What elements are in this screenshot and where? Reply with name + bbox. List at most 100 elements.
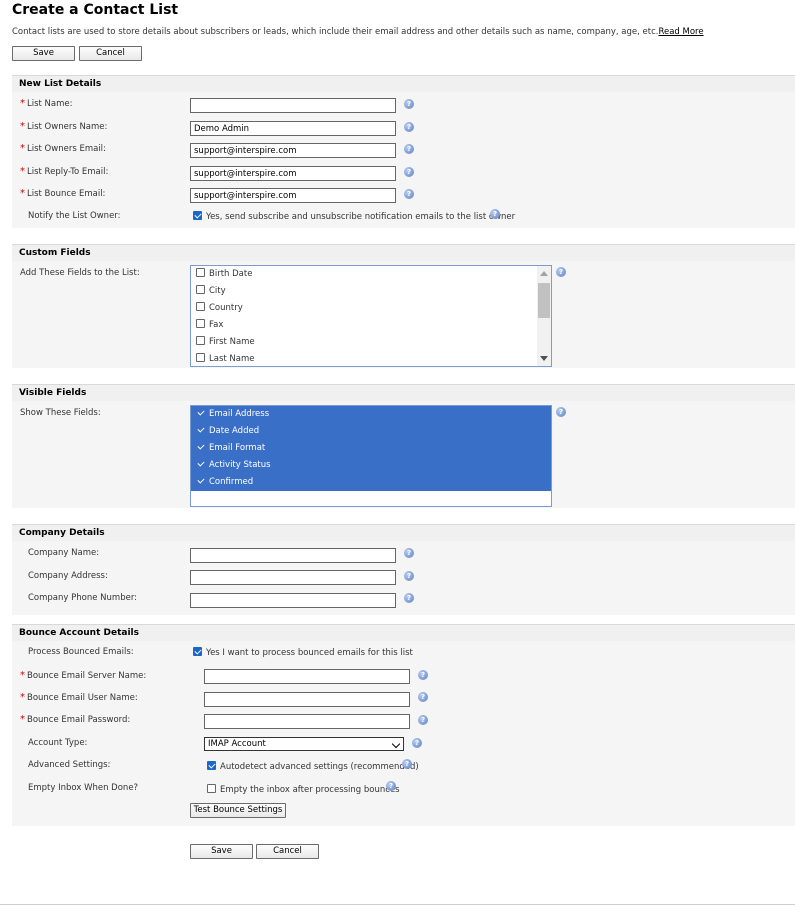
help-icon[interactable]: ? [404,167,414,177]
bounce-email-input[interactable] [190,188,396,203]
owner-email-label: * List Owners Email: [20,143,106,154]
help-icon[interactable]: ? [490,209,500,219]
scroll-thumb[interactable] [538,283,550,318]
notify-owner-checkbox[interactable] [193,211,202,220]
help-icon[interactable]: ? [418,692,428,702]
help-icon[interactable]: ? [404,548,414,558]
list-item[interactable]: Email Format [191,440,551,457]
page-intro: Contact lists are used to store details … [12,27,704,37]
advanced-settings-checkbox[interactable] [207,761,216,770]
section-heading-company: Company Details [12,524,795,541]
bounce-email-label: * List Bounce Email: [20,188,106,199]
cancel-button-top[interactable]: Cancel [79,46,142,61]
help-icon[interactable]: ? [404,593,414,603]
section-heading-visible-fields: Visible Fields [12,384,795,401]
help-icon[interactable]: ? [418,670,428,680]
checkbox[interactable] [196,353,205,362]
company-name-input[interactable] [190,548,396,563]
owner-name-label: * List Owners Name: [20,121,108,132]
notify-owner-option[interactable]: Yes, send subscribe and unsubscribe noti… [193,211,515,222]
visible-fields-label: Show These Fields: [20,408,101,418]
help-icon[interactable]: ? [418,715,428,725]
scrollbar[interactable] [537,266,551,366]
process-bounced-option[interactable]: Yes I want to process bounced emails for… [193,647,413,658]
password-input[interactable] [204,714,410,729]
checkbox[interactable] [196,285,205,294]
help-icon[interactable]: ? [402,759,412,769]
required-asterisk: * [20,98,25,109]
help-icon[interactable]: ? [386,781,396,791]
checkbox[interactable] [196,442,205,451]
owner-name-input[interactable] [190,121,396,136]
password-label: * Bounce Email Password: [20,714,131,725]
read-more-link[interactable]: Read More [658,27,703,37]
checkbox[interactable] [196,302,205,311]
list-item[interactable]: First Name [191,334,551,351]
intro-text: Contact lists are used to store details … [12,27,659,37]
save-button-top[interactable]: Save [12,46,75,61]
required-asterisk: * [20,143,25,154]
list-item[interactable]: Activity Status [191,457,551,474]
help-icon[interactable]: ? [556,407,566,417]
list-item[interactable]: Birth Date [191,266,551,283]
checkbox[interactable] [196,459,205,468]
required-asterisk: * [20,166,25,177]
custom-fields-listbox[interactable]: Birth Date City Country Fax First Name L… [190,265,552,367]
scroll-up-icon[interactable] [540,271,548,276]
user-name-label: * Bounce Email User Name: [20,692,138,703]
list-item[interactable]: Email Address [191,406,551,423]
custom-fields-label: Add These Fields to the List: [20,268,140,278]
new-list-section [12,92,795,228]
test-bounce-settings-button[interactable]: Test Bounce Settings [190,803,286,818]
company-address-input[interactable] [190,570,396,585]
process-bounced-label: Process Bounced Emails: [28,647,134,657]
list-item[interactable]: Date Added [191,423,551,440]
page-title: Create a Contact List [12,2,179,18]
checkbox[interactable] [196,425,205,434]
section-heading-new-list: New List Details [12,75,795,92]
checkbox[interactable] [196,476,205,485]
company-phone-label: Company Phone Number: [28,593,138,603]
advanced-settings-label: Advanced Settings: [28,760,111,770]
help-icon[interactable]: ? [404,189,414,199]
reply-to-label: * List Reply-To Email: [20,166,109,177]
list-item[interactable]: Confirmed [191,474,551,491]
visible-fields-listbox[interactable]: Email Address Date Added Email Format Ac… [190,405,552,507]
reply-to-input[interactable] [190,166,396,181]
list-item[interactable]: Country [191,300,551,317]
company-address-label: Company Address: [28,571,108,581]
checkbox[interactable] [196,319,205,328]
server-name-input[interactable] [204,669,410,684]
help-icon[interactable]: ? [412,738,422,748]
empty-inbox-checkbox[interactable] [207,784,216,793]
advanced-settings-option[interactable]: Autodetect advanced settings (recommende… [207,761,419,772]
section-heading-bounce: Bounce Account Details [12,624,795,641]
list-item[interactable]: Fax [191,317,551,334]
checkbox[interactable] [196,336,205,345]
footer-divider [0,904,795,905]
help-icon[interactable]: ? [404,144,414,154]
list-name-input[interactable] [190,98,396,113]
scroll-down-icon[interactable] [540,356,548,361]
list-item[interactable]: Last Name [191,351,551,366]
checkbox[interactable] [196,408,205,417]
help-icon[interactable]: ? [404,122,414,132]
help-icon[interactable]: ? [404,99,414,109]
empty-inbox-option[interactable]: Empty the inbox after processing bounces [207,784,400,795]
save-button-bottom[interactable]: Save [190,844,253,859]
list-item[interactable]: City [191,283,551,300]
help-icon[interactable]: ? [404,571,414,581]
empty-inbox-label: Empty Inbox When Done? [28,783,139,793]
account-type-label: Account Type: [28,738,88,748]
required-asterisk: * [20,714,25,725]
required-asterisk: * [20,692,25,703]
company-phone-input[interactable] [190,593,396,608]
account-type-select[interactable]: IMAP Account [204,737,404,751]
owner-email-input[interactable] [190,143,396,158]
user-name-input[interactable] [204,692,410,707]
checkbox[interactable] [196,268,205,277]
server-name-label: * Bounce Email Server Name: [20,670,147,681]
cancel-button-bottom[interactable]: Cancel [256,844,319,859]
process-bounced-checkbox[interactable] [193,647,202,656]
help-icon[interactable]: ? [556,267,566,277]
